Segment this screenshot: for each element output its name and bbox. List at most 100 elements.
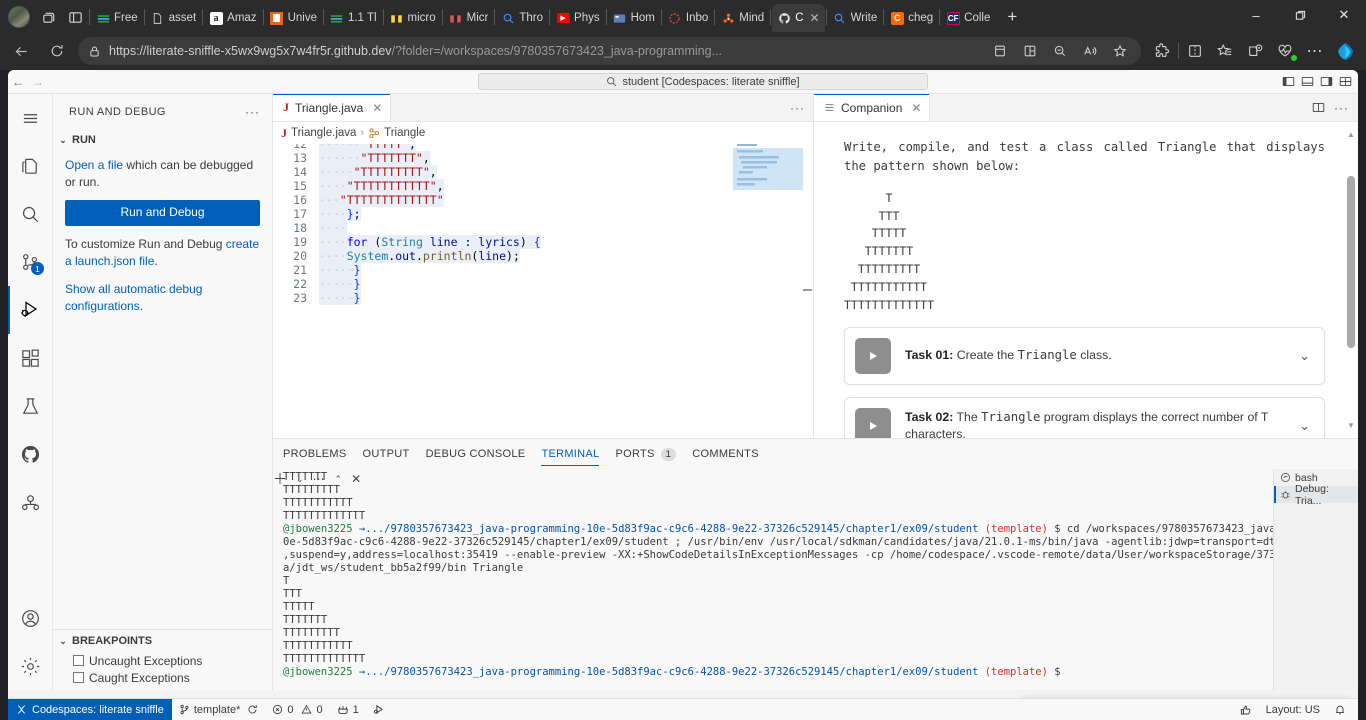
chevron-down-icon[interactable]: ⌄ bbox=[1299, 348, 1310, 364]
url-input[interactable]: https://literate-sniffle-x5wx9wg5x7w4fr5… bbox=[78, 37, 1141, 65]
minimap[interactable] bbox=[733, 144, 803, 224]
panel-tab-terminal[interactable]: TERMINAL bbox=[541, 439, 599, 469]
breakpoint-item[interactable]: Uncaught Exceptions bbox=[53, 652, 273, 669]
code-line[interactable]: 17····}; bbox=[273, 207, 813, 221]
vscode-back-icon[interactable]: ← bbox=[8, 75, 28, 89]
code-editor[interactable]: 12······"TTTTT",13······"TTTTTTT",14····… bbox=[273, 144, 813, 438]
panel-tab-comments[interactable]: COMMENTS bbox=[692, 439, 759, 469]
status-notifications[interactable] bbox=[1327, 699, 1358, 720]
sidebar-item-explorer[interactable] bbox=[8, 142, 53, 190]
toggle-panel-icon[interactable] bbox=[1301, 75, 1314, 88]
breadcrumb-symbol[interactable]: Triangle bbox=[384, 127, 425, 139]
remote-indicator[interactable]: Codespaces: literate sniffle bbox=[8, 699, 172, 720]
customize-layout-icon[interactable] bbox=[1339, 75, 1352, 88]
breakpoints-header[interactable]: ⌄ BREAKPOINTS bbox=[53, 630, 273, 652]
terminal-output[interactable]: TTTTTTTTTTTTTTTTTTTTTTTTTTTTTTTTTTTTTTTT… bbox=[273, 469, 1283, 691]
zoom-out-icon[interactable] bbox=[1045, 37, 1075, 65]
quick-input-bar[interactable]: student [Codespaces: literate sniffle] bbox=[478, 73, 928, 90]
back-button[interactable] bbox=[6, 36, 36, 66]
code-line[interactable]: 19····for (String line : lyrics) { bbox=[273, 235, 813, 249]
toggle-secondary-sidebar-icon[interactable] bbox=[1320, 75, 1333, 88]
close-icon[interactable]: ✕ bbox=[372, 101, 382, 115]
browser-tab[interactable]: Write bbox=[828, 4, 883, 32]
browser-tab[interactable]: Ccheg bbox=[885, 4, 938, 32]
new-tab-button[interactable]: + bbox=[999, 4, 1025, 30]
sidebar-item-remote-explorer[interactable] bbox=[8, 478, 53, 526]
tab-search-icon[interactable] bbox=[36, 4, 62, 30]
add-to-collections-icon[interactable] bbox=[1240, 37, 1270, 65]
code-line[interactable]: 18···· bbox=[273, 221, 813, 235]
browser-tab[interactable]: asset bbox=[146, 4, 202, 32]
open-file-link[interactable]: Open a file bbox=[65, 158, 123, 172]
code-line[interactable]: 12······"TTTTT", bbox=[273, 144, 813, 151]
favorites-bar-icon[interactable] bbox=[1210, 37, 1240, 65]
status-ports[interactable]: 1 bbox=[330, 699, 366, 720]
browser-tab[interactable]: CFColle bbox=[941, 4, 995, 32]
chevron-down-icon[interactable]: ⌄ bbox=[1299, 418, 1310, 434]
read-aloud-icon[interactable] bbox=[1075, 37, 1105, 65]
companion-more-actions[interactable]: ··· bbox=[1334, 101, 1349, 115]
toggle-primary-sidebar-icon[interactable] bbox=[1282, 75, 1295, 88]
panel-tab-output[interactable]: OUTPUT bbox=[363, 439, 410, 469]
tab-companion[interactable]: Companion ✕ bbox=[814, 94, 930, 121]
code-line[interactable]: 20····System.out.println(line); bbox=[273, 249, 813, 263]
code-line[interactable]: 21·····} bbox=[273, 263, 813, 277]
play-icon[interactable] bbox=[855, 338, 891, 374]
task-card[interactable]: Task 02: The Triangle program displays t… bbox=[844, 397, 1325, 439]
close-button[interactable]: ✕ bbox=[1322, 0, 1366, 30]
play-icon[interactable] bbox=[855, 408, 891, 439]
browser-tab[interactable]: Unive bbox=[265, 4, 322, 32]
show-all-configs-link[interactable]: Show all automatic debug configurations. bbox=[65, 281, 260, 316]
browser-tab[interactable]: Thro bbox=[496, 4, 548, 32]
code-line[interactable]: 13······"TTTTTTT", bbox=[273, 151, 813, 165]
reload-button[interactable] bbox=[42, 36, 72, 66]
profile-avatar[interactable] bbox=[8, 6, 30, 28]
status-branch[interactable]: template* bbox=[172, 699, 265, 720]
sidebar-item-extensions[interactable] bbox=[8, 334, 53, 382]
browser-tab[interactable]: 1.1 Tl bbox=[325, 4, 382, 32]
run-and-debug-button[interactable]: Run and Debug bbox=[65, 200, 260, 226]
scroll-up-arrow-icon[interactable]: ▲ bbox=[1347, 130, 1355, 139]
extensions-icon[interactable] bbox=[1147, 37, 1177, 65]
browser-tab[interactable]: Micr bbox=[444, 4, 494, 32]
split-screen-icon[interactable] bbox=[985, 37, 1015, 65]
code-line[interactable]: 23·····} bbox=[273, 291, 813, 305]
run-section-header[interactable]: ⌄ RUN bbox=[53, 129, 272, 151]
panel-tab-problems[interactable]: PROBLEMS bbox=[283, 439, 347, 469]
sidebar-item-run-and-debug[interactable] bbox=[8, 286, 53, 334]
code-line[interactable]: 15····"TTTTTTTTTTT", bbox=[273, 179, 813, 193]
browser-essentials-icon[interactable] bbox=[1180, 37, 1210, 65]
browser-tab[interactable]: ▶Phys bbox=[551, 4, 605, 32]
checkbox[interactable] bbox=[73, 655, 84, 666]
close-icon[interactable]: ✕ bbox=[810, 11, 820, 25]
companion-scrollbar[interactable]: ▲ ▼ bbox=[1347, 130, 1355, 430]
copilot-icon[interactable] bbox=[1330, 37, 1360, 65]
status-debug[interactable] bbox=[366, 699, 392, 720]
breakpoint-item[interactable]: Caught Exceptions bbox=[53, 669, 273, 686]
vscode-forward-icon[interactable]: → bbox=[28, 75, 48, 89]
code-line[interactable]: 22·····} bbox=[273, 277, 813, 291]
sidebar-more-actions[interactable]: ··· bbox=[245, 105, 268, 119]
sidebar-item-github[interactable] bbox=[8, 430, 53, 478]
browser-tab[interactable]: Hom bbox=[608, 4, 660, 32]
panel-tab-ports[interactable]: PORTS1 bbox=[615, 439, 676, 469]
editor-more-actions[interactable]: ··· bbox=[790, 101, 805, 115]
code-line[interactable]: 14·····"TTTTTTTTT", bbox=[273, 165, 813, 179]
scroll-down-arrow-icon[interactable]: ▼ bbox=[1347, 421, 1355, 430]
terminal-tab-debugtria[interactable]: Debug: Tria... bbox=[1274, 486, 1358, 503]
sync-icon[interactable] bbox=[247, 704, 258, 715]
task-card[interactable]: Task 01: Create the Triangle class.⌄ bbox=[844, 327, 1325, 385]
split-editor-icon[interactable] bbox=[1312, 101, 1325, 114]
performance-icon[interactable] bbox=[1270, 37, 1300, 65]
close-icon[interactable]: ✕ bbox=[911, 101, 921, 115]
browser-tab[interactable]: aAmaz bbox=[204, 4, 261, 32]
sidebar-item-search[interactable] bbox=[8, 190, 53, 238]
tab-triangle-java[interactable]: J Triangle.java ✕ bbox=[273, 94, 391, 121]
editor-vertical-scrollbar[interactable] bbox=[803, 144, 813, 438]
code-line[interactable]: 16···"TTTTTTTTTTTTT" bbox=[273, 193, 813, 207]
panel-tab-debug-console[interactable]: DEBUG CONSOLE bbox=[426, 439, 526, 469]
sidebar-item-source-control[interactable]: 1 bbox=[8, 238, 53, 286]
status-problems[interactable]: 0 0 bbox=[265, 699, 329, 720]
status-feedback[interactable] bbox=[1233, 699, 1259, 720]
settings-gear-icon[interactable] bbox=[8, 642, 53, 690]
